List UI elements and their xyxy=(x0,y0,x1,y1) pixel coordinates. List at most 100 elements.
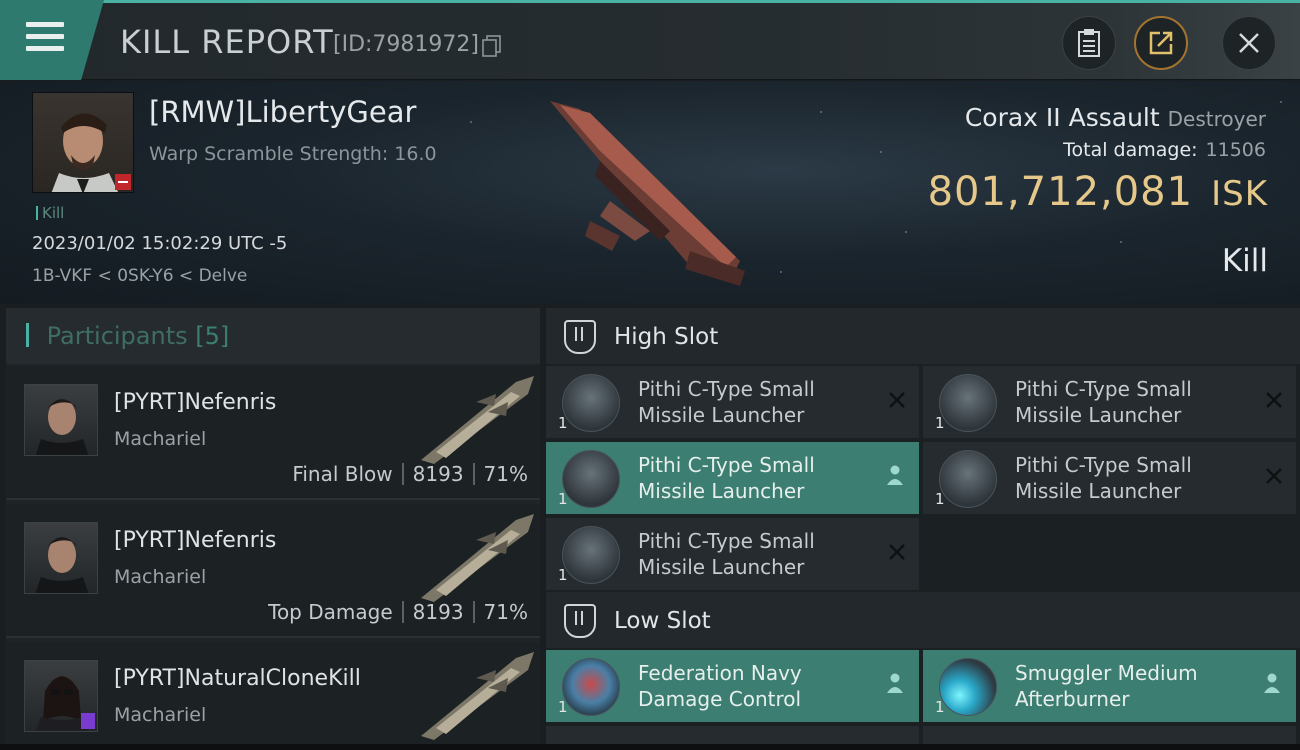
kill-datetime: 2023/01/02 15:02:29 UTC -5 xyxy=(32,233,288,254)
purple-badge xyxy=(81,713,95,729)
participant-portrait-image xyxy=(35,537,89,593)
module-quantity: 1 xyxy=(558,490,568,508)
victim-name[interactable]: [RMW]LibertyGear xyxy=(149,95,416,129)
participant-name[interactable]: [PYRT]Nefenris xyxy=(114,390,276,415)
destroyed-x-icon xyxy=(1266,468,1282,484)
kill-location[interactable]: 1B-VKF < 0SK-Y6 < Delve xyxy=(32,266,247,286)
divider xyxy=(472,463,475,485)
victim-ship-name[interactable]: Corax II Assault Destroyer xyxy=(965,103,1266,132)
slot-icon xyxy=(564,320,596,354)
copy-icon[interactable] xyxy=(482,35,502,57)
isk-value: 801,712,081 ISK xyxy=(928,169,1268,215)
warp-scramble-strength: Warp Scramble Strength: 16.0 xyxy=(149,143,437,165)
module-quantity: 1 xyxy=(935,490,945,508)
victim-avatar[interactable] xyxy=(32,92,134,193)
high-slot-header: High Slot xyxy=(546,308,1300,364)
pilot-icon xyxy=(887,673,903,693)
close-button[interactable] xyxy=(1222,16,1276,70)
destroyed-x-icon xyxy=(889,544,905,560)
participants-panel: Participants [5] [PYRT]Nefenris Macharie… xyxy=(6,308,540,750)
pilot-icon xyxy=(887,465,903,485)
module-item[interactable]: 1 Pithi C-Type Small Missile Launcher xyxy=(546,366,919,438)
participant-row[interactable]: [PYRT]Nefenris Machariel Final Blow 8193… xyxy=(6,366,540,500)
victim-summary: [RMW]LibertyGear Warp Scramble Strength:… xyxy=(0,81,1300,304)
ship-type: Corax II Assault xyxy=(964,103,1160,132)
missile-launcher-icon xyxy=(939,374,997,432)
module-name: Federation Navy Damage Control xyxy=(638,661,802,711)
total-damage: Total damage: 11506 xyxy=(1063,139,1266,161)
module-quantity: 1 xyxy=(935,414,945,432)
participant-avatar[interactable] xyxy=(24,660,98,732)
module-item[interactable]: 1 Pithi C-Type Small Missile Launcher xyxy=(923,442,1296,514)
total-damage-value: 11506 xyxy=(1205,139,1266,161)
menu-button[interactable] xyxy=(0,0,104,80)
participant-name[interactable]: [PYRT]Nefenris xyxy=(114,528,276,553)
page-title: KILL REPORT xyxy=(120,23,334,61)
participant-percent: 71% xyxy=(483,600,528,624)
top-bar: KILL REPORT [ID:7981972] xyxy=(0,0,1300,80)
participant-row[interactable]: [PYRT]Nefenris Machariel Top Damage 8193… xyxy=(6,504,540,638)
share-button[interactable] xyxy=(1134,16,1188,70)
participant-damage: 8193 xyxy=(412,600,464,624)
participants-title: Participants [5] xyxy=(26,322,230,350)
participant-avatar[interactable] xyxy=(24,522,98,594)
damage-control-icon xyxy=(562,658,620,716)
clipboard-icon xyxy=(1078,29,1100,57)
destroyed-x-icon xyxy=(889,392,905,408)
kill-tag: Kill xyxy=(36,204,64,222)
participant-name[interactable]: [PYRT]NaturalCloneKill xyxy=(114,666,361,691)
afterburner-icon xyxy=(939,658,997,716)
victim-ship-image[interactable] xyxy=(540,91,760,291)
close-icon xyxy=(1239,33,1259,53)
low-slot-header: Low Slot xyxy=(546,592,1300,648)
total-damage-label: Total damage: xyxy=(1063,139,1198,161)
participants-header[interactable]: Participants [5] xyxy=(6,308,540,364)
bottom-edge xyxy=(0,744,1300,750)
module-name: Pithi C-Type Small Missile Launcher xyxy=(638,453,815,503)
high-slot-label: High Slot xyxy=(614,324,719,350)
menu-icon[interactable] xyxy=(26,22,64,52)
module-item[interactable]: 1 Pithi C-Type Small Missile Launcher xyxy=(923,366,1296,438)
participant-ship-image[interactable] xyxy=(416,648,536,740)
low-slot-label: Low Slot xyxy=(614,608,711,634)
participant-row[interactable]: [PYRT]NaturalCloneKill Machariel xyxy=(6,642,540,750)
module-name: Pithi C-Type Small Missile Launcher xyxy=(638,529,815,579)
module-item[interactable]: 1 Pithi C-Type Small Missile Launcher xyxy=(546,518,919,590)
pilot-icon xyxy=(1264,673,1280,693)
participant-ship: Machariel xyxy=(114,704,207,726)
participant-role: Final Blow xyxy=(292,462,393,486)
missile-launcher-icon xyxy=(562,450,620,508)
participant-ship-image[interactable] xyxy=(416,372,536,464)
participant-ship-image[interactable] xyxy=(416,510,536,602)
slot-icon xyxy=(564,604,596,638)
module-item[interactable]: 1 Pithi C-Type Small Missile Launcher xyxy=(546,442,919,514)
participant-stats: Final Blow 8193 71% xyxy=(292,462,528,486)
module-quantity: 1 xyxy=(558,698,568,716)
module-name: Pithi C-Type Small Missile Launcher xyxy=(1015,377,1192,427)
kill-id: [ID:7981972] xyxy=(333,32,479,57)
module-name: Smuggler Medium Afterburner xyxy=(1015,661,1198,711)
participant-damage: 8193 xyxy=(412,462,464,486)
participant-avatar[interactable] xyxy=(24,384,98,456)
module-name: Pithi C-Type Small Missile Launcher xyxy=(638,377,815,427)
participants-label: Participants xyxy=(46,322,188,350)
module-quantity: 1 xyxy=(558,566,568,584)
participants-count: [5] xyxy=(195,322,230,350)
module-item[interactable]: 1 Federation Navy Damage Control xyxy=(546,650,919,722)
isk-unit: ISK xyxy=(1211,174,1268,214)
alert-badge xyxy=(115,174,131,190)
destroyed-x-icon xyxy=(1266,392,1282,408)
isk-amount: 801,712,081 xyxy=(927,169,1194,215)
missile-launcher-icon xyxy=(562,526,620,584)
fitting-panel: High Slot 1 Pithi C-Type Small Missile L… xyxy=(546,308,1300,750)
kill-result: Kill xyxy=(1221,243,1268,279)
divider xyxy=(401,463,404,485)
participant-percent: 71% xyxy=(483,462,528,486)
missile-launcher-icon xyxy=(562,374,620,432)
module-quantity: 1 xyxy=(935,698,945,716)
module-item[interactable]: 1 Smuggler Medium Afterburner xyxy=(923,650,1296,722)
ship-class: Destroyer xyxy=(1167,107,1266,131)
participant-stats: Top Damage 8193 71% xyxy=(268,600,528,624)
clipboard-button[interactable] xyxy=(1062,16,1116,70)
participant-role: Top Damage xyxy=(268,600,393,624)
